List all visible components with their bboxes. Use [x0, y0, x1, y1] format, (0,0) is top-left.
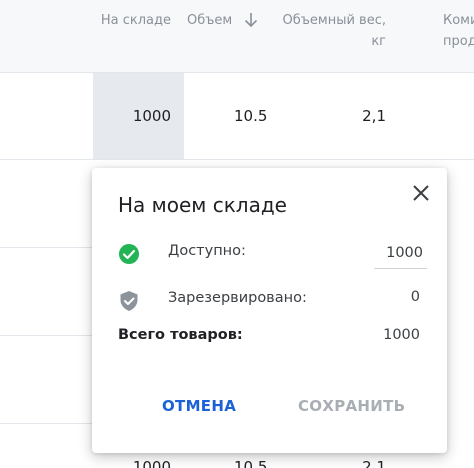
stock-edit-popup: На моем складе Доступно: Зарезервировано…	[92, 168, 447, 453]
column-header-volume-weight-line1: Объемный вес,	[282, 13, 386, 28]
column-header-volume[interactable]: Объем	[187, 10, 232, 31]
reserved-row: Зарезервировано: 0	[118, 288, 423, 312]
reserved-label: Зарезервировано:	[168, 290, 307, 306]
save-button[interactable]: СОХРАНИТЬ	[298, 390, 405, 422]
available-input[interactable]	[374, 238, 427, 269]
table-row: 1000 10.5 2,1	[0, 73, 474, 160]
shield-check-icon	[120, 291, 138, 311]
stock-value: 1000	[132, 458, 171, 468]
column-header-volume-weight-line2: кг	[371, 34, 386, 49]
column-header-volume-weight[interactable]: Объемный вес, кг	[266, 10, 386, 52]
volume-weight-value: 2,1	[362, 458, 386, 468]
column-header-commission-line1: Коми	[443, 13, 474, 28]
popup-title: На моем складе	[118, 193, 287, 217]
total-label: Всего товаров:	[118, 327, 243, 343]
reserved-value: 0	[410, 289, 420, 305]
available-row: Доступно:	[118, 238, 427, 269]
check-circle-icon	[119, 244, 139, 264]
total-value: 1000	[383, 327, 420, 343]
row-divider	[0, 335, 92, 336]
row-divider	[0, 423, 92, 424]
stock-value: 1000	[132, 107, 171, 125]
total-row: Всего товаров: 1000	[118, 326, 423, 350]
available-label: Доступно:	[168, 243, 246, 259]
table-header: На складе Объем Объемный вес, кг Коми пр…	[0, 0, 474, 73]
cancel-button[interactable]: ОТМЕНА	[162, 390, 236, 422]
close-icon[interactable]	[410, 182, 432, 204]
column-header-commission[interactable]: Коми прод	[443, 10, 474, 52]
arrow-down-icon[interactable]	[244, 12, 258, 28]
volume-weight-value: 2,1	[362, 107, 386, 125]
row-divider	[0, 247, 92, 248]
column-header-stock[interactable]: На складе	[101, 10, 171, 31]
column-header-commission-line2: прод	[443, 34, 474, 49]
volume-value: 10.5	[234, 458, 268, 468]
volume-value: 10.5	[234, 107, 268, 125]
